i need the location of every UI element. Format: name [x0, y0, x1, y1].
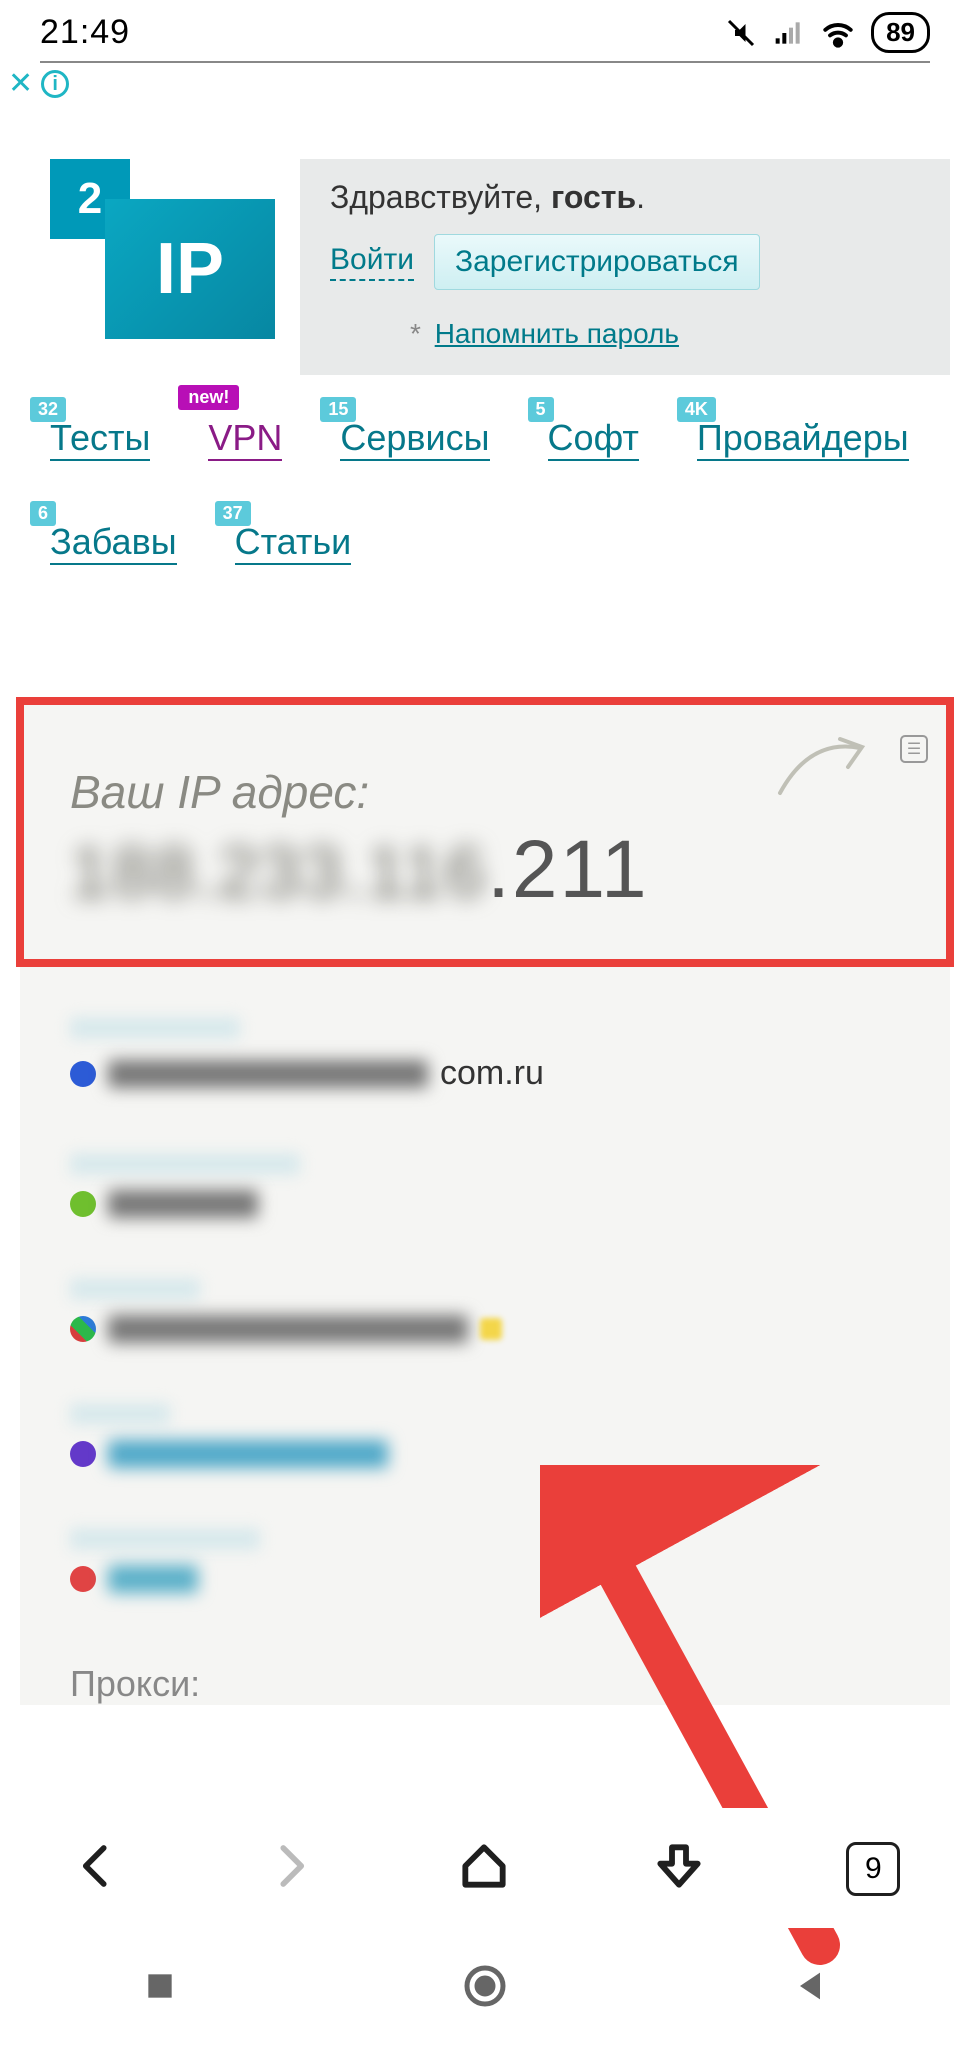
wifi-icon — [819, 14, 857, 52]
nav-label: VPN — [208, 405, 282, 461]
nav-badge: 5 — [528, 397, 554, 422]
nav-item-providers[interactable]: 4K Провайдеры — [697, 405, 909, 461]
nav-badge: 6 — [30, 501, 56, 526]
flag-icon — [480, 1318, 502, 1340]
nav-label: Софт — [548, 405, 639, 461]
remind-password-link[interactable]: Напомнить пароль — [435, 318, 679, 349]
status-icons: 89 — [723, 12, 930, 53]
close-ad-icon[interactable]: ✕ — [8, 69, 33, 99]
ip-top: ☰ Ваш IP адрес: 188.233.116 .211 — [20, 705, 950, 957]
nav-label: Статьи — [235, 509, 352, 565]
detail-row — [70, 1278, 900, 1343]
browser-tabs-button[interactable]: 9 — [846, 1842, 900, 1896]
detail-row: com.ru — [70, 1017, 900, 1093]
nav-badge: 4K — [677, 397, 716, 422]
ip-card: ☰ Ваш IP адрес: 188.233.116 .211 com.ru — [20, 705, 950, 1705]
detail-title-blurred — [70, 1017, 240, 1039]
nav-new-badge: new! — [178, 385, 239, 410]
detail-title-blurred — [70, 1528, 260, 1550]
detail-line — [70, 1190, 900, 1218]
nav-label: Забавы — [50, 509, 177, 565]
system-nav-bar — [0, 1928, 970, 2048]
blurred-text — [108, 1565, 198, 1593]
browser-toolbar: 9 — [0, 1808, 970, 1928]
domain-suffix: com.ru — [440, 1054, 544, 1093]
login-link[interactable]: Войти — [330, 243, 414, 281]
ip-details: com.ru — [20, 957, 950, 1663]
battery-icon: 89 — [871, 12, 930, 53]
copy-icon[interactable]: ☰ — [900, 735, 928, 763]
detail-row — [70, 1528, 900, 1593]
greeting-text: Здравствуйте, гость. — [330, 179, 920, 216]
nav-badge: 32 — [30, 397, 66, 422]
detail-line — [70, 1565, 900, 1593]
detail-line: com.ru — [70, 1054, 900, 1093]
asterisk: * — [410, 318, 421, 349]
nav-item-vpn[interactable]: new! VPN — [208, 405, 282, 461]
detail-line — [70, 1440, 900, 1468]
ip-visible-part: .211 — [487, 823, 649, 917]
browser-download-button[interactable] — [651, 1838, 707, 1899]
bullet-icon — [70, 1566, 96, 1592]
nav-label: Сервисы — [340, 405, 489, 461]
nav-label: Провайдеры — [697, 405, 909, 461]
browser-forward-button[interactable] — [263, 1839, 317, 1898]
bullet-icon — [70, 1441, 96, 1467]
ad-info-icon[interactable]: i — [41, 70, 69, 98]
blurred-text — [108, 1190, 258, 1218]
greeting-period: . — [636, 179, 645, 215]
signal-icon — [773, 17, 805, 49]
auth-row: Войти Зарегистрироваться — [330, 234, 920, 290]
share-icon[interactable] — [770, 733, 870, 808]
bullet-icon — [70, 1191, 96, 1217]
browser-back-button[interactable] — [70, 1839, 124, 1898]
home-button[interactable] — [461, 1962, 509, 2015]
logo-main-square: IP — [105, 199, 275, 339]
status-bar: 21:49 89 — [0, 0, 970, 61]
ad-dismiss-row: ✕ i — [0, 63, 970, 99]
status-time: 21:49 — [40, 13, 130, 52]
register-button[interactable]: Зарегистрироваться — [434, 234, 760, 290]
detail-title-blurred — [70, 1403, 170, 1425]
main-nav: 32 Тесты new! VPN 15 Сервисы 5 Софт 4K П… — [0, 375, 970, 565]
nav-item-fun[interactable]: 6 Забавы — [50, 509, 177, 565]
browser-home-button[interactable] — [456, 1838, 512, 1899]
blurred-text — [108, 1060, 428, 1088]
mute-icon — [723, 15, 759, 51]
detail-title-blurred — [70, 1278, 200, 1300]
nav-item-services[interactable]: 15 Сервисы — [340, 405, 489, 461]
detail-row — [70, 1153, 900, 1218]
nav-item-tests[interactable]: 32 Тесты — [50, 405, 150, 461]
detail-title-blurred — [70, 1153, 300, 1175]
back-button[interactable] — [790, 1966, 830, 2011]
remind-row: * Напомнить пароль — [410, 318, 920, 350]
detail-row — [70, 1403, 900, 1468]
greeting-guest: гость — [551, 179, 636, 215]
greeting-hello: Здравствуйте, — [330, 179, 551, 215]
greeting-panel: Здравствуйте, гость. Войти Зарегистриров… — [300, 159, 950, 375]
bullet-icon — [70, 1316, 96, 1342]
blurred-text — [108, 1440, 388, 1468]
page-header: 2 IP Здравствуйте, гость. Войти Зарегист… — [0, 99, 970, 375]
nav-badge: 37 — [215, 501, 251, 526]
blurred-text — [108, 1315, 468, 1343]
ip-blurred-part: 188.233.116 — [70, 832, 487, 914]
nav-item-soft[interactable]: 5 Софт — [548, 405, 639, 461]
bullet-icon — [70, 1061, 96, 1087]
detail-line — [70, 1315, 900, 1343]
site-logo[interactable]: 2 IP — [50, 159, 280, 339]
ip-value: 188.233.116 .211 — [70, 823, 900, 917]
nav-item-articles[interactable]: 37 Статьи — [235, 509, 352, 565]
nav-badge: 15 — [320, 397, 356, 422]
recent-apps-button[interactable] — [140, 1966, 180, 2011]
proxy-label: Прокси: — [20, 1663, 950, 1705]
